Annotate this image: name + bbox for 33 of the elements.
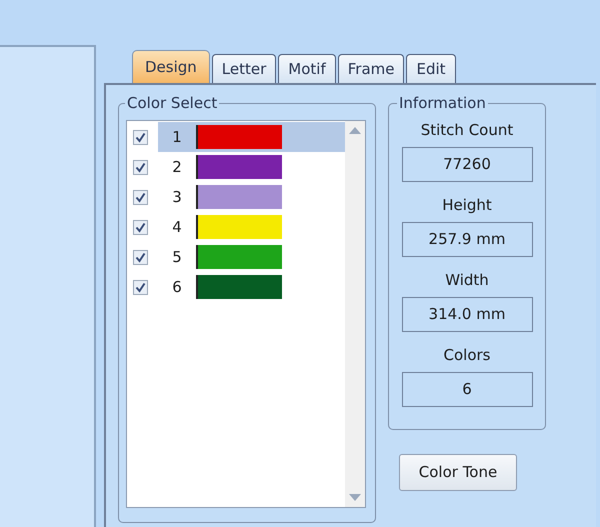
info-value: 77260 (402, 147, 532, 182)
color-number: 5 (171, 246, 183, 268)
list-row[interactable]: 1 (158, 122, 345, 152)
color-number: 3 (171, 186, 183, 208)
tab[interactable]: Letter (212, 54, 276, 83)
info-value: 6 (402, 372, 532, 407)
checkbox[interactable] (133, 160, 148, 174)
check-icon (135, 192, 146, 202)
checkbox[interactable] (133, 280, 148, 294)
info-label: Width (445, 270, 489, 290)
check-icon (135, 132, 146, 142)
color-number: 1 (171, 126, 183, 148)
color-tone-button[interactable]: Color Tone (399, 454, 517, 491)
tab[interactable]: Frame (338, 54, 404, 83)
checkbox[interactable] (133, 130, 148, 144)
check-icon (135, 282, 146, 292)
info-label: Height (442, 195, 492, 215)
check-icon (135, 222, 146, 232)
info-value: 314.0 mm (402, 297, 532, 332)
tab[interactable]: Edit (406, 54, 456, 83)
info-label: Stitch Count (420, 120, 514, 140)
color-number: 2 (171, 156, 183, 178)
color-number: 6 (171, 276, 183, 298)
check-icon (135, 162, 146, 172)
color-number: 4 (171, 216, 183, 238)
checkbox[interactable] (133, 190, 148, 204)
checkbox[interactable] (133, 220, 148, 234)
tab[interactable]: Design (132, 50, 210, 83)
checkbox[interactable] (133, 250, 148, 264)
tab[interactable]: Motif (278, 54, 336, 83)
check-icon (135, 252, 146, 262)
info-value: 257.9 mm (402, 222, 532, 257)
info-label: Colors (444, 345, 490, 365)
